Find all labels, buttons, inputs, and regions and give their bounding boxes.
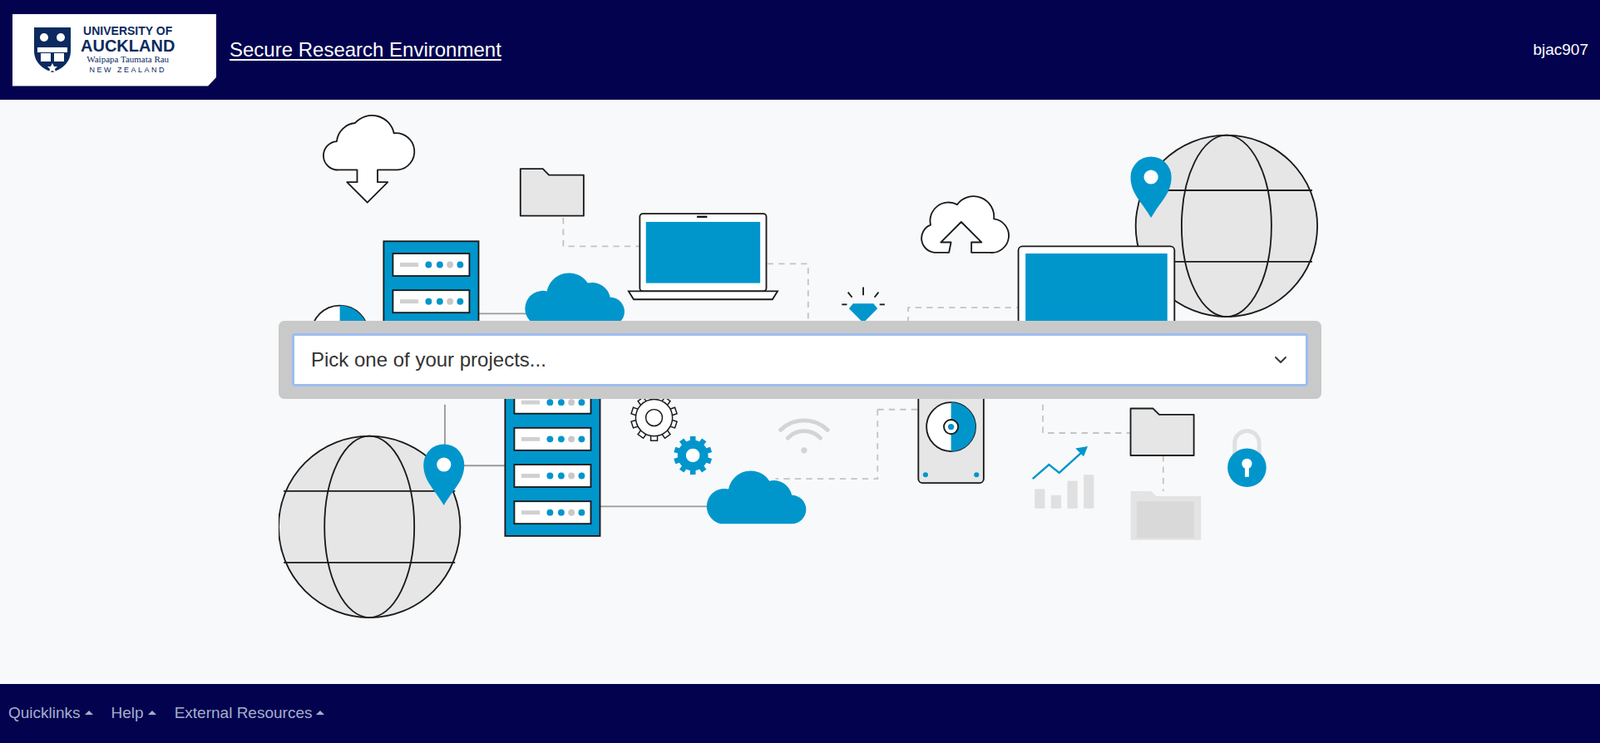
caret-up-icon [316, 711, 325, 716]
main-content: Pick one of your projects... [0, 99, 1600, 685]
caret-up-icon [148, 711, 157, 716]
lock-icon [1227, 431, 1267, 488]
project-picker-frame: Pick one of your projects... [278, 320, 1322, 400]
logo-line: Waipapa Taumata Rau [86, 54, 169, 65]
project-select[interactable]: Pick one of your projects... [291, 333, 1309, 387]
idea-icon [841, 287, 885, 324]
logo-line: UNIVERSITY OF [83, 24, 173, 38]
hero: Pick one of your projects... [278, 109, 1322, 623]
cloud-download-icon [323, 115, 415, 203]
cloud-icon [524, 272, 625, 326]
user-name[interactable]: bjac907 [1532, 40, 1589, 60]
folder-icon [1130, 409, 1195, 456]
logo-line: NEW ZEALAND [88, 66, 167, 75]
footer-menu[interactable]: Help [111, 704, 157, 723]
footer-menu[interactable]: Quicklinks [8, 704, 94, 723]
footer-bar: Quicklinks Help External Resources [0, 684, 1600, 743]
location-pin-icon [1130, 156, 1172, 218]
site-title-link[interactable]: Secure Research Environment [229, 38, 502, 62]
folder-icon [520, 168, 584, 216]
logo-text: UNIVERSITY OFAUCKLANDWaipapa Taumata Rau… [80, 24, 175, 75]
cloud-icon [706, 470, 807, 524]
chevron-down-icon [1274, 353, 1288, 367]
location-pin-icon [423, 444, 465, 506]
growth-chart-icon [1032, 446, 1095, 509]
gear-icon [631, 395, 677, 441]
folder-icon [1130, 491, 1202, 541]
university-logo[interactable]: UNIVERSITY OFAUCKLANDWaipapa Taumata Rau… [12, 14, 217, 87]
project-select-placeholder: Pick one of your projects... [311, 348, 547, 372]
logo-line: AUCKLAND [80, 37, 175, 55]
server-icon [504, 379, 600, 537]
caret-up-icon [84, 711, 94, 716]
footer-menu[interactable]: External Resources [174, 704, 326, 723]
gear-icon [673, 436, 712, 475]
app: UNIVERSITY OFAUCKLANDWaipapa Taumata Rau… [0, 0, 1600, 743]
wifi-icon [780, 420, 828, 455]
top-bar: UNIVERSITY OFAUCKLANDWaipapa Taumata Rau… [0, 0, 1600, 100]
cloud-upload-icon [921, 196, 1009, 253]
laptop-icon [628, 213, 778, 300]
university-crest-icon [32, 25, 73, 75]
